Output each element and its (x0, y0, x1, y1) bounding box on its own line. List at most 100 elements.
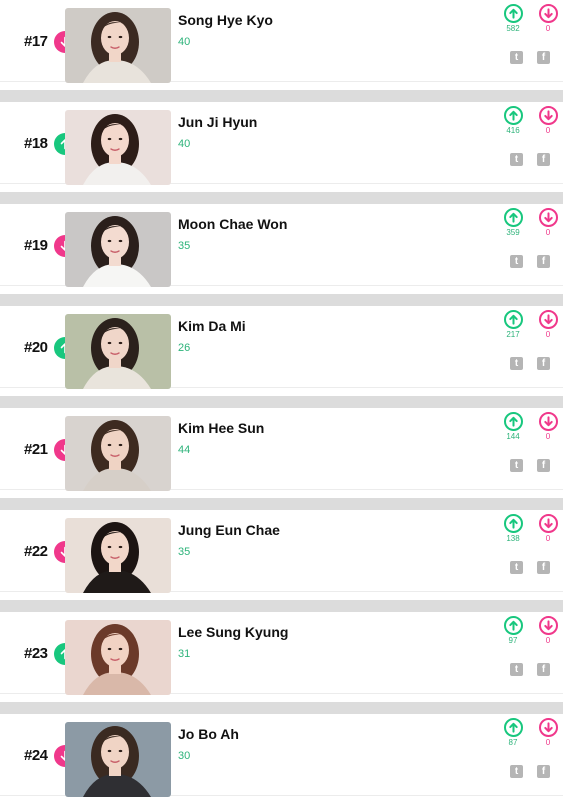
celebrity-name[interactable]: Jo Bo Ah (178, 726, 239, 742)
downvote-circle-icon (538, 208, 558, 227)
celebrity-name[interactable]: Jung Eun Chae (178, 522, 280, 538)
celebrity-name[interactable]: Moon Chae Won (178, 216, 287, 232)
downvote-count: 0 (545, 24, 551, 33)
upvote-button[interactable]: 144 (502, 412, 524, 442)
upvote-button[interactable]: 97 (502, 616, 524, 646)
upvote-count: 138 (506, 534, 520, 543)
upvote-count: 87 (508, 738, 518, 747)
facebook-icon[interactable]: f (537, 459, 550, 472)
upvote-count: 359 (506, 228, 520, 237)
upvote-button[interactable]: 87 (502, 718, 524, 748)
twitter-glyph: t (514, 51, 519, 63)
ranking-row: #18 Jun Ji Hyun 40 416 0 t f (0, 102, 563, 185)
score-value: 44 (178, 444, 191, 456)
downvote-circle-icon (538, 514, 558, 533)
celebrity-name[interactable]: Song Hye Kyo (178, 12, 273, 28)
facebook-glyph: f (541, 663, 546, 675)
upvote-circle-icon (503, 4, 523, 23)
twitter-icon[interactable]: t (510, 459, 523, 472)
facebook-icon[interactable]: f (537, 357, 550, 370)
profile-photo[interactable] (65, 722, 171, 797)
upvote-count: 144 (506, 432, 520, 441)
downvote-button[interactable]: 0 (537, 616, 559, 646)
twitter-glyph: t (514, 663, 519, 675)
rank-number: #19 (24, 237, 48, 254)
upvote-button[interactable]: 138 (502, 514, 524, 544)
downvote-button[interactable]: 0 (537, 310, 559, 340)
downvote-circle-icon (538, 4, 558, 23)
rank-number: #18 (24, 135, 48, 152)
profile-photo[interactable] (65, 110, 171, 185)
ranking-row: #19 Moon Chae Won 35 359 0 t f (0, 204, 563, 287)
facebook-icon[interactable]: f (537, 561, 550, 574)
celebrity-name[interactable]: Kim Da Mi (178, 318, 246, 334)
upvote-circle-icon (503, 106, 523, 125)
celebrity-name[interactable]: Kim Hee Sun (178, 420, 264, 436)
upvote-count: 217 (506, 330, 520, 339)
downvote-circle-icon (538, 412, 558, 431)
ranking-row: #24 Jo Bo Ah 30 87 0 t f (0, 714, 563, 797)
downvote-circle-icon (538, 106, 558, 125)
downvote-count: 0 (545, 432, 551, 441)
profile-photo[interactable] (65, 212, 171, 287)
rank-number: #20 (24, 339, 48, 356)
downvote-count: 0 (545, 636, 551, 645)
twitter-icon[interactable]: t (510, 765, 523, 778)
score-value: 40 (178, 36, 191, 48)
score-value: 35 (178, 546, 191, 558)
profile-photo[interactable] (65, 416, 171, 491)
twitter-icon[interactable]: t (510, 663, 523, 676)
downvote-button[interactable]: 0 (537, 412, 559, 442)
facebook-icon[interactable]: f (537, 153, 550, 166)
upvote-button[interactable]: 217 (502, 310, 524, 340)
downvote-count: 0 (545, 126, 551, 135)
facebook-icon[interactable]: f (537, 765, 550, 778)
profile-photo[interactable] (65, 620, 171, 695)
profile-photo[interactable] (65, 518, 171, 593)
twitter-icon[interactable]: t (510, 255, 523, 268)
downvote-button[interactable]: 0 (537, 4, 559, 34)
rank-number: #23 (24, 645, 48, 662)
downvote-button[interactable]: 0 (537, 106, 559, 136)
ranking-row: #21 Kim Hee Sun 44 144 0 t f (0, 408, 563, 491)
celebrity-name[interactable]: Lee Sung Kyung (178, 624, 288, 640)
twitter-icon[interactable]: t (510, 357, 523, 370)
twitter-icon[interactable]: t (510, 51, 523, 64)
upvote-circle-icon (503, 616, 523, 635)
facebook-glyph: f (541, 765, 546, 777)
twitter-icon[interactable]: t (510, 153, 523, 166)
upvote-button[interactable]: 359 (502, 208, 524, 238)
rank-number: #24 (24, 747, 48, 764)
downvote-circle-icon (538, 616, 558, 635)
downvote-button[interactable]: 0 (537, 208, 559, 238)
profile-photo[interactable] (65, 314, 171, 389)
score-value: 30 (178, 750, 191, 762)
upvote-circle-icon (503, 718, 523, 737)
facebook-glyph: f (541, 561, 546, 573)
downvote-button[interactable]: 0 (537, 514, 559, 544)
facebook-glyph: f (541, 357, 546, 369)
score-value: 40 (178, 138, 191, 150)
twitter-icon[interactable]: t (510, 561, 523, 574)
upvote-circle-icon (503, 208, 523, 227)
upvote-circle-icon (503, 514, 523, 533)
twitter-glyph: t (514, 765, 519, 777)
profile-photo[interactable] (65, 8, 171, 83)
rank-number: #22 (24, 543, 48, 560)
downvote-button[interactable]: 0 (537, 718, 559, 748)
facebook-glyph: f (541, 459, 546, 471)
facebook-icon[interactable]: f (537, 255, 550, 268)
facebook-glyph: f (541, 255, 546, 267)
upvote-button[interactable]: 582 (502, 4, 524, 34)
twitter-glyph: t (514, 459, 519, 471)
celebrity-name[interactable]: Jun Ji Hyun (178, 114, 257, 130)
upvote-button[interactable]: 416 (502, 106, 524, 136)
facebook-icon[interactable]: f (537, 51, 550, 64)
ranking-row: #22 Jung Eun Chae 35 138 0 t f (0, 510, 563, 593)
downvote-count: 0 (545, 330, 551, 339)
score-value: 26 (178, 342, 191, 354)
twitter-glyph: t (514, 357, 519, 369)
ranking-row: #20 Kim Da Mi 26 217 0 t f (0, 306, 563, 389)
facebook-icon[interactable]: f (537, 663, 550, 676)
upvote-circle-icon (503, 412, 523, 431)
